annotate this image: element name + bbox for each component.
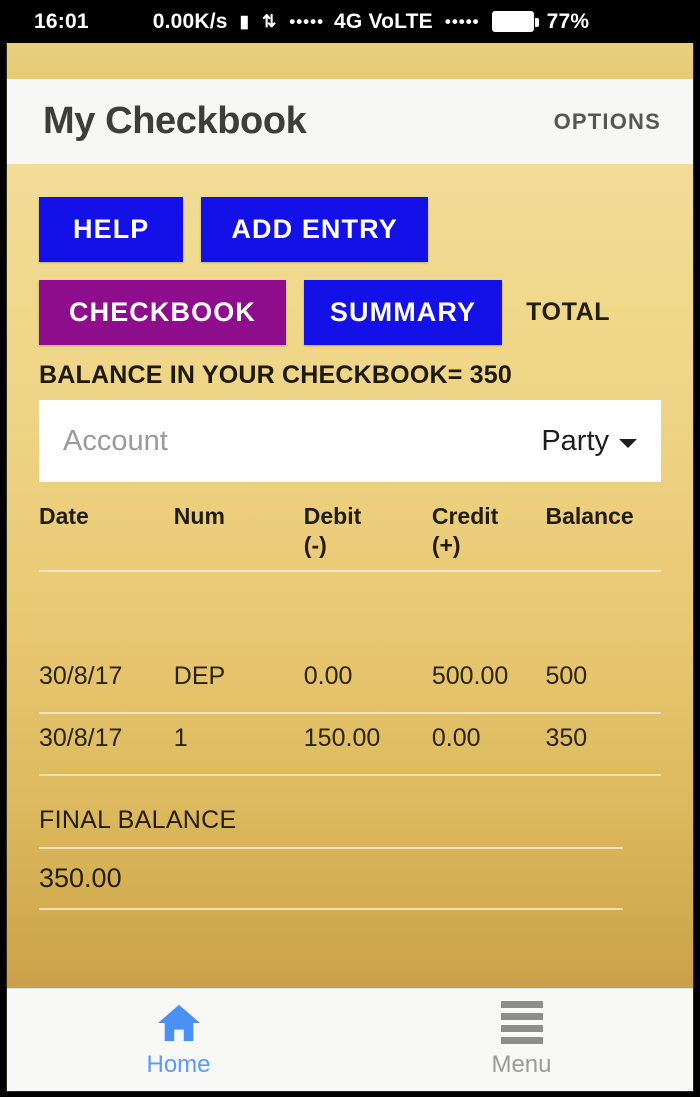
status-bar: 16:01 0.00K/s ▮ ⇅ ••••• 4G VoLTE ••••• 7…	[0, 0, 700, 43]
status-bar-network-type: 4G VoLTE	[334, 9, 433, 33]
data-arrows-icon: ⇅	[262, 11, 278, 31]
column-header-balance: Balance	[545, 503, 634, 529]
help-button[interactable]: HELP	[39, 197, 184, 262]
tab-button-row: CHECKBOOK SUMMARY TOTAL	[39, 262, 661, 345]
column-header-credit-sign: (+)	[431, 531, 461, 558]
final-balance-divider-top	[39, 846, 623, 849]
status-bar-time: 16:01	[34, 9, 89, 33]
status-bar-battery-percent: 77%	[546, 9, 590, 33]
phone-screen: 16:01 0.00K/s ▮ ⇅ ••••• 4G VoLTE ••••• 7…	[0, 0, 700, 1097]
cell-date: 30/8/17	[39, 724, 123, 752]
transactions-table: Date Num Debit (-) Credit (+) Balance 30	[39, 490, 661, 776]
nav-item-home[interactable]: Home	[7, 1002, 350, 1079]
app-window: My Checkbook OPTIONS HELP ADD ENTRY CHEC…	[6, 43, 694, 1092]
signal-dots-left-icon: •••••	[289, 11, 325, 31]
party-dropdown[interactable]: Party	[541, 425, 637, 458]
cell-date: 30/8/17	[39, 662, 123, 690]
page-title: My Checkbook	[43, 100, 307, 142]
main-content: HELP ADD ENTRY CHECKBOOK SUMMARY TOTAL B…	[7, 164, 693, 988]
nav-item-menu[interactable]: Menu	[350, 1001, 693, 1079]
home-icon	[157, 1004, 200, 1041]
options-button[interactable]: OPTIONS	[554, 109, 661, 135]
action-button-row: HELP ADD ENTRY	[39, 164, 661, 262]
status-bar-network-speed: 0.00K/s	[152, 9, 228, 33]
final-balance-value: 350.00	[39, 862, 122, 893]
cell-num: DEP	[173, 662, 226, 690]
account-bar: Party	[39, 400, 661, 482]
bottom-navigation: Home Menu	[7, 988, 693, 1091]
table-row[interactable]: 30/8/17 DEP 0.00 500.00 500	[39, 652, 661, 702]
column-header-debit: Debit (-)	[304, 502, 432, 560]
final-balance-label: FINAL BALANCE	[39, 805, 237, 834]
total-label: TOTAL	[526, 298, 611, 326]
battery-icon	[491, 11, 539, 32]
final-balance-divider-bottom	[39, 907, 623, 910]
cell-credit: 0.00	[431, 724, 481, 752]
cell-balance: 350	[545, 724, 588, 752]
column-header-credit-text: Credit	[431, 503, 499, 529]
app-header: My Checkbook OPTIONS	[7, 79, 693, 164]
column-header-debit-sign: (-)	[303, 531, 327, 558]
column-header-credit: Credit (+)	[432, 502, 546, 560]
column-header-num: Num	[173, 503, 225, 529]
account-input[interactable]	[63, 424, 408, 458]
table-bottom-divider	[39, 773, 661, 776]
cell-debit: 0.00	[303, 662, 353, 690]
nav-item-home-label: Home	[146, 1050, 211, 1078]
signal-dots-right-icon: •••••	[444, 11, 480, 31]
column-header-date: Date	[39, 503, 89, 529]
cell-credit: 500.00	[431, 662, 509, 690]
table-header-row: Date Num Debit (-) Credit (+) Balance	[39, 490, 661, 560]
chevron-down-icon	[619, 438, 637, 448]
column-header-debit-text: Debit	[303, 503, 362, 529]
nav-item-menu-label: Menu	[491, 1051, 552, 1078]
top-gold-strip	[7, 43, 693, 79]
table-row[interactable]: 30/8/17 1 150.00 0.00 350	[39, 714, 661, 764]
cell-debit: 150.00	[303, 724, 381, 752]
tab-checkbook[interactable]: CHECKBOOK	[39, 280, 286, 345]
hamburger-menu-icon	[500, 1001, 543, 1044]
balance-summary-text: BALANCE IN YOUR CHECKBOOK= 350	[39, 361, 512, 389]
signal-bars-icon: ▮	[239, 11, 251, 31]
add-entry-button[interactable]: ADD ENTRY	[201, 197, 428, 262]
tab-summary[interactable]: SUMMARY	[303, 280, 503, 345]
table-empty-space	[39, 572, 661, 652]
cell-num: 1	[173, 724, 188, 752]
cell-balance: 500	[545, 662, 588, 690]
party-dropdown-label: Party	[541, 424, 609, 457]
